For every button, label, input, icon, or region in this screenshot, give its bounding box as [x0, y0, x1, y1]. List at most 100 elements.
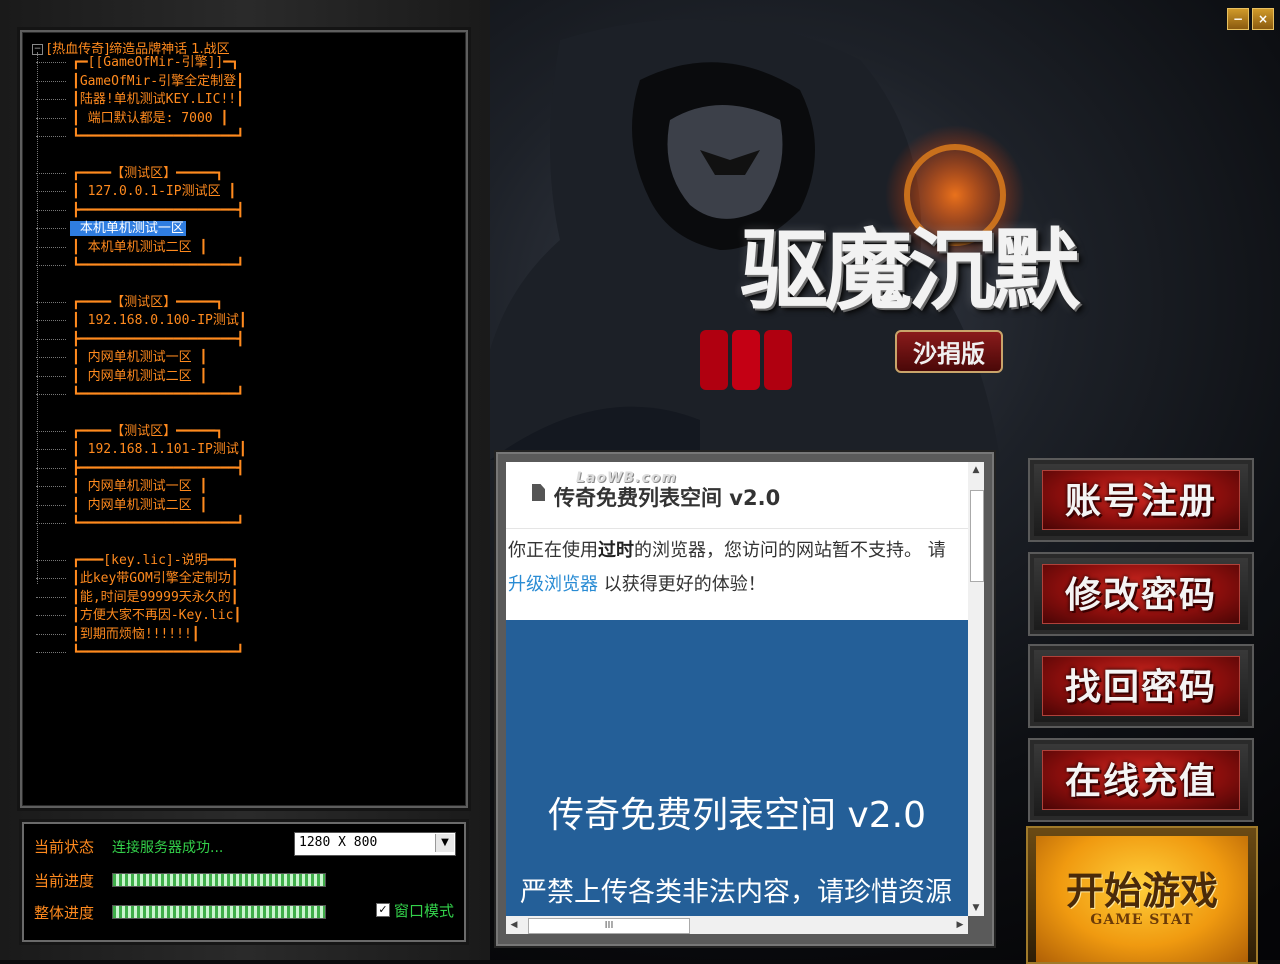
server-list-item-label: ┣━━━━━━━━━━━━━━━━━━━━┫ [72, 460, 245, 476]
server-list-item[interactable]: ┗━━━━━━━━━━━━━━━━━━━━┛ [36, 644, 246, 662]
server-list-item-label: ┣━━━━━━━━━━━━━━━━━━━━┫ [72, 331, 245, 347]
server-list-item-label: ┗━━━━━━━━━━━━━━━━━━━━┛ [72, 516, 245, 531]
server-list-item-label: ┏━[[GameOfMir-引擎]]━┓ [72, 55, 239, 70]
server-list-item-label: ┗━━━━━━━━━━━━━━━━━━━━┛ [72, 387, 245, 402]
recover-password-button[interactable]: 找回密码 [1028, 644, 1254, 728]
server-list-item[interactable]: ┃ 本机单机测试二区 ┃ [36, 239, 209, 257]
server-list-item[interactable]: ┃ 内网单机测试二区 ┃ [36, 497, 209, 515]
tree-connector [36, 523, 66, 524]
scroll-down-icon[interactable]: ▼ [968, 900, 984, 916]
document-icon [532, 484, 545, 501]
tree-connector [36, 449, 66, 450]
server-list-item[interactable]: ┣━━━━━━━━━━━━━━━━━━━━┫ [36, 202, 246, 220]
server-list-item-label: ┃ 内网单机测试一区 ┃ [72, 350, 208, 365]
server-list-item[interactable]: ┃ 192.168.1.101-IP测试┃ [36, 441, 249, 459]
server-list-item[interactable]: ┃ 内网单机测试一区 ┃ [36, 349, 209, 367]
tree-connector [36, 117, 66, 119]
server-list-item[interactable]: ┗━━━━━━━━━━━━━━━━━━━━┛ [36, 515, 246, 533]
server-list-item-label: ┃能,时间是99999天永久的┃ [72, 589, 239, 605]
server-list-item[interactable]: ┏━━━━【测试区】━━━━━┓ [36, 423, 225, 441]
tree-connector [36, 652, 66, 653]
tree-connector [36, 80, 66, 82]
notice-text: 的浏览器，您访问的网站暂不支持。 请 [634, 540, 946, 561]
server-list-item[interactable]: ┃此key带GOM引擎全定制功┃ [36, 570, 241, 588]
server-list-item-label: ┃ 内网单机测试二区 ┃ [72, 368, 208, 384]
server-list-item-label: ┃ 端口默认都是: 7000 ┃ [72, 110, 229, 126]
server-list-item-label: ┃ 192.168.0.100-IP测试┃ [72, 313, 247, 328]
server-list-item[interactable]: ┏━[[GameOfMir-引擎]]━┓ [36, 54, 241, 72]
server-list-item[interactable]: ┏━━━━【测试区】━━━━━┓ [36, 165, 225, 183]
server-list-item[interactable]: ┣━━━━━━━━━━━━━━━━━━━━┫ [36, 460, 246, 478]
game-title: 驱魔沉默 [740, 218, 1080, 322]
scroll-right-icon[interactable]: ▶ [952, 916, 968, 934]
game-logo: 驱魔沉默 沙捐版 [740, 180, 1200, 410]
server-list-item[interactable]: ┃ 端口默认都是: 7000 ┃ [36, 110, 230, 128]
server-list-item-label: ┃ 本机单机测试二区 ┃ [72, 239, 208, 255]
server-list-item[interactable]: 本机单机测试一区 [36, 220, 186, 238]
server-list-item[interactable]: ┃ 内网单机测试二区 ┃ [36, 368, 209, 386]
server-list-item-label: ┏━━━━【测试区】━━━━━┓ [72, 423, 224, 439]
tree-connector [36, 615, 66, 616]
server-list-item-label: ┏━━━━【测试区】━━━━━┓ [72, 294, 224, 310]
resolution-select[interactable]: 1280 X 800 ▼ [294, 832, 456, 856]
status-panel: 当前状态 连接服务器成功... 1280 X 800 ▼ 当前进度 整体进度 ✓… [22, 822, 466, 942]
register-account-button[interactable]: 账号注册 [1028, 458, 1254, 542]
server-list-item[interactable]: ┃方便大家不再因-Key.lic┃ [36, 607, 243, 625]
online-recharge-button[interactable]: 在线充值 [1028, 738, 1254, 822]
window-mode-checkbox[interactable]: ✓ [376, 903, 390, 917]
server-list-item-label: ┃ 内网单机测试二区 ┃ [72, 497, 208, 513]
tree-connector [36, 596, 66, 598]
server-list-item[interactable]: ┃GameOfMir-引擎全定制登┃ [36, 73, 246, 91]
scroll-left-icon[interactable]: ◀ [506, 916, 522, 934]
recover-password-label: 找回密码 [1064, 666, 1217, 708]
server-list-item[interactable]: ┗━━━━━━━━━━━━━━━━━━━━┛ [36, 128, 246, 146]
server-list-item[interactable]: ┃ 127.0.0.1-IP测试区 ┃ [36, 183, 238, 201]
upgrade-browser-link[interactable]: 升级浏览器 [508, 574, 598, 595]
tree-connector [36, 633, 66, 635]
scroll-up-icon[interactable]: ▲ [968, 462, 984, 478]
server-list-item[interactable]: ┃能,时间是99999天永久的┃ [36, 589, 241, 607]
server-list-item-label: ┃到期而烦恼!!!!!!┃ [72, 626, 200, 642]
close-button[interactable]: × [1252, 8, 1274, 30]
server-panel: − [热血传奇]缔造品牌神话 1.战区 ┏━[[GameOfMir-引擎]]━┓ ┃… [0, 0, 490, 960]
hero-banner: 传奇免费列表空间 v2.0 严禁上传各类非法内容，请珍惜资源 [506, 620, 968, 916]
tree-connector [36, 172, 66, 174]
start-game-button[interactable]: 开始游戏 GAME STAT [1026, 826, 1258, 964]
current-progress-fill [113, 874, 325, 886]
server-list-item-label: ┏━━━[key.lic]-说明━━━┓ [72, 552, 239, 568]
server-list-item[interactable]: ┃ 内网单机测试一区 ┃ [36, 478, 209, 496]
server-list-item[interactable]: ┗━━━━━━━━━━━━━━━━━━━━┛ [36, 257, 246, 275]
server-list-item-label: ┣━━━━━━━━━━━━━━━━━━━━┫ [72, 202, 245, 218]
vertical-scrollbar[interactable]: ▲ ▼ [968, 462, 984, 916]
hero-subtitle: 严禁上传各类非法内容，请珍惜资源 [520, 877, 952, 908]
server-list-item[interactable]: ┏━━━━【测试区】━━━━━┓ [36, 294, 225, 312]
resolution-value: 1280 X 800 [299, 835, 378, 850]
start-game-sublabel: GAME STAT [1090, 912, 1194, 928]
tree-connector [36, 136, 66, 137]
change-password-button[interactable]: 修改密码 [1028, 552, 1254, 636]
server-list-item-label: ┃方便大家不再因-Key.lic┃ [72, 608, 242, 623]
horizontal-scroll-thumb[interactable]: III [528, 918, 690, 934]
browser-viewport[interactable]: LaoWB.com 传奇免费列表空间 v2.0 你正在使用过时的浏览器，您访问的… [506, 462, 968, 916]
server-list-item[interactable]: ┃ 192.168.0.100-IP测试┃ [36, 312, 249, 330]
server-list-item[interactable]: ┃到期而烦恼!!!!!!┃ [36, 626, 202, 644]
tree-connector [36, 467, 66, 469]
server-list-item[interactable]: ┃陆器!单机测试KEY.LIC!!┃ [36, 91, 246, 109]
online-recharge-label: 在线充值 [1064, 760, 1217, 802]
total-progress-fill [113, 906, 325, 918]
horizontal-scrollbar[interactable]: ◀ III ▶ [506, 916, 968, 934]
tree-connector [36, 375, 66, 377]
dropdown-arrow-icon[interactable]: ▼ [435, 834, 454, 852]
server-list-item[interactable]: ┣━━━━━━━━━━━━━━━━━━━━┫ [36, 331, 246, 349]
server-list-item[interactable]: ┏━━━[key.lic]-说明━━━┓ [36, 552, 241, 570]
tree-connector [36, 301, 66, 303]
tree-connector [36, 62, 66, 63]
server-list[interactable]: − [热血传奇]缔造品牌神话 1.战区 ┏━[[GameOfMir-引擎]]━┓ ┃… [20, 30, 468, 808]
server-list-item[interactable]: ┗━━━━━━━━━━━━━━━━━━━━┛ [36, 386, 246, 404]
minimize-button[interactable]: − [1227, 8, 1249, 30]
tree-connector [36, 486, 66, 487]
vertical-scroll-thumb[interactable] [970, 490, 984, 582]
outdated-browser-notice: 你正在使用过时的浏览器，您访问的网站暂不支持。 请 升级浏览器 以获得更好的体验… [508, 534, 968, 602]
server-list-item-label: ┃陆器!单机测试KEY.LIC!!┃ [72, 92, 244, 107]
start-game-label: 开始游戏 [1065, 868, 1218, 913]
